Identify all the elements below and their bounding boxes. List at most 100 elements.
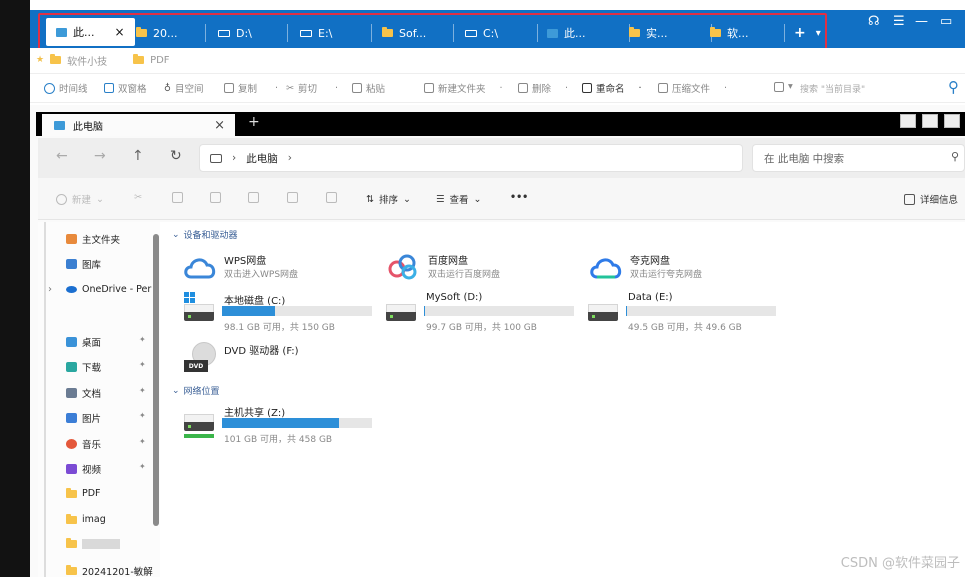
sidebar-item-music[interactable]: 音乐 <box>66 437 101 451</box>
sidebar-item-desktop[interactable]: 桌面 <box>66 335 101 349</box>
section-title: 网络位置 <box>183 387 220 397</box>
grid-icon <box>774 81 784 92</box>
sidebar-scrollbar[interactable] <box>153 234 159 526</box>
chevron-down-icon[interactable]: · <box>639 83 642 94</box>
inner-tab-this-pc[interactable]: 此电脑 × <box>42 114 235 136</box>
sidebar-item-onedrive[interactable]: OneDrive - Per <box>66 284 151 295</box>
inner-search-input[interactable]: 在 此电脑 中搜索 ⚲ <box>752 144 965 172</box>
menu-icon[interactable]: ☰ <box>893 14 905 29</box>
up-arrow-icon[interactable]: ↑ <box>132 148 144 164</box>
document-icon <box>66 388 77 398</box>
close-button[interactable] <box>944 114 960 128</box>
breadcrumb-this-pc[interactable]: 此电脑 <box>246 151 278 166</box>
drive-tile-c[interactable]: 本地磁盘 (C:) 98.1 GB 可用，共 150 GB <box>182 292 382 333</box>
workspace-button[interactable]: ♁ 目空间 <box>164 81 203 96</box>
details-button[interactable]: 详细信息 <box>904 192 958 206</box>
new-folder-button[interactable]: 新建文件夹 · <box>424 81 503 95</box>
back-arrow-icon[interactable]: ← <box>56 148 68 164</box>
more-options-button[interactable]: ••• <box>510 192 528 203</box>
pin-icon[interactable]: ✦ <box>139 411 146 420</box>
chevron-down-icon[interactable]: · <box>724 83 727 94</box>
watermark: CSDN @软件菜园子 <box>840 556 960 571</box>
minimize-button[interactable]: — <box>915 14 928 29</box>
maximize-button[interactable]: ▭ <box>940 14 952 29</box>
compress-button[interactable]: 压缩文件 · <box>658 81 727 95</box>
cloud-icon <box>66 286 77 293</box>
outer-search-box[interactable]: 搜索 "当前目录" ⚲ <box>800 78 965 98</box>
pin-icon[interactable]: ✦ <box>139 335 146 344</box>
cut-icon[interactable]: ✂ <box>134 192 142 203</box>
rename-icon[interactable] <box>248 192 259 203</box>
close-icon[interactable]: × <box>214 118 225 133</box>
headset-icon[interactable]: ☊ <box>868 14 880 29</box>
sidebar-item-dated-folder[interactable]: 20241201-敏解 <box>66 564 153 577</box>
chevron-down-icon: ⌄ <box>96 193 104 205</box>
sidebar-item-pictures[interactable]: 图片 <box>66 411 101 425</box>
sidebar-item-home[interactable]: 主文件夹 <box>66 232 120 246</box>
view-label: 查看 <box>449 195 469 206</box>
sidebar-item-videos[interactable]: 视频 <box>66 462 101 476</box>
wps-cloud-icon <box>184 258 216 279</box>
highlight-frame <box>38 13 827 51</box>
tile-subtitle: 双击运行百度网盘 <box>428 270 501 280</box>
dual-pane-button[interactable]: 双窗格 <box>104 81 147 95</box>
pin-icon[interactable]: ✦ <box>139 360 146 369</box>
copy-icon[interactable] <box>172 192 183 203</box>
cut-button[interactable]: ✂ 剪切 · <box>286 81 338 96</box>
sidebar-item-imag[interactable]: imag <box>66 513 106 525</box>
drive-tile-d[interactable]: MySoft (D:) 99.7 GB 可用，共 100 GB <box>384 292 584 333</box>
chevron-down-icon: ⌄ <box>402 193 411 205</box>
paste-button[interactable]: 粘贴 <box>352 81 385 95</box>
hard-drive-icon <box>184 304 214 322</box>
chevron-down-icon[interactable]: · <box>335 83 338 94</box>
sidebar-item-pdf[interactable]: PDF <box>66 487 101 499</box>
sidebar-item-blurred[interactable] <box>66 538 120 549</box>
chevron-down-icon[interactable]: · <box>500 83 503 94</box>
search-icon[interactable]: ⚲ <box>948 78 959 96</box>
sidebar-item-gallery[interactable]: 图库 <box>66 257 101 271</box>
drive-tile-z[interactable]: 主机共享 (Z:) 101 GB 可用，共 458 GB <box>182 404 382 445</box>
chevron-down-icon[interactable]: · <box>565 83 568 94</box>
chevron-down-icon[interactable]: · <box>275 83 278 94</box>
drive-tile-dvd[interactable]: DVD DVD 驱动器 (F:) <box>182 342 382 382</box>
search-icon[interactable]: ⚲ <box>951 150 959 163</box>
section-network[interactable]: ⌄ 网络位置 <box>172 384 220 398</box>
delete-icon[interactable] <box>326 192 337 203</box>
pin-icon[interactable]: ✦ <box>139 437 146 446</box>
forward-arrow-icon[interactable]: → <box>94 148 106 164</box>
pin-icon[interactable]: ✦ <box>139 386 146 395</box>
address-bar[interactable]: › 此电脑 › <box>199 144 743 172</box>
view-button[interactable]: ☰ 查看 ⌄ <box>436 192 482 207</box>
bookmark-item[interactable]: 软件小技 <box>50 53 107 68</box>
timeline-button[interactable]: 时间线 <box>44 81 88 95</box>
cloud-tile-wps[interactable]: WPS网盘 双击进入WPS网盘 <box>182 252 382 292</box>
sidebar-item-label: 图片 <box>82 414 102 425</box>
sidebar-item-downloads[interactable]: 下载 <box>66 360 101 374</box>
copy-button[interactable]: 复制 · <box>224 81 278 95</box>
cloud-tile-quark[interactable]: 夸克网盘 双击运行夸克网盘 <box>588 252 788 292</box>
paste-icon[interactable] <box>210 192 221 203</box>
sidebar-item-label: 音乐 <box>82 440 102 451</box>
refresh-icon[interactable]: ↻ <box>170 148 182 164</box>
cloud-tile-baidu[interactable]: 百度网盘 双击运行百度网盘 <box>386 252 586 292</box>
bookmark-item[interactable]: PDF <box>133 54 170 66</box>
drive-name: DVD 驱动器 (F:) <box>224 346 299 357</box>
section-devices[interactable]: ⌄ 设备和驱动器 <box>172 228 238 242</box>
share-icon[interactable] <box>287 192 298 203</box>
chevron-right-icon[interactable]: › <box>48 284 52 295</box>
sidebar-item-documents[interactable]: 文档 <box>66 386 101 400</box>
view-mode-button[interactable]: ▾ <box>774 81 793 92</box>
hard-drive-icon <box>588 304 618 322</box>
new-tab-button[interactable]: + <box>248 114 260 130</box>
maximize-button[interactable] <box>922 114 938 128</box>
new-button[interactable]: 新建 ⌄ <box>56 192 104 206</box>
sort-button[interactable]: ⇅ 排序 ⌄ <box>366 192 411 207</box>
rename-button[interactable]: 重命名 · <box>582 81 642 95</box>
video-icon <box>66 464 77 474</box>
drive-tile-e[interactable]: Data (E:) 49.5 GB 可用，共 49.6 GB <box>586 292 786 333</box>
minimize-button[interactable] <box>900 114 916 128</box>
picture-icon <box>66 413 77 423</box>
pin-icon[interactable]: ✦ <box>139 462 146 471</box>
delete-button[interactable]: 删除 · <box>518 81 568 95</box>
drive-usage-bar <box>222 418 372 428</box>
